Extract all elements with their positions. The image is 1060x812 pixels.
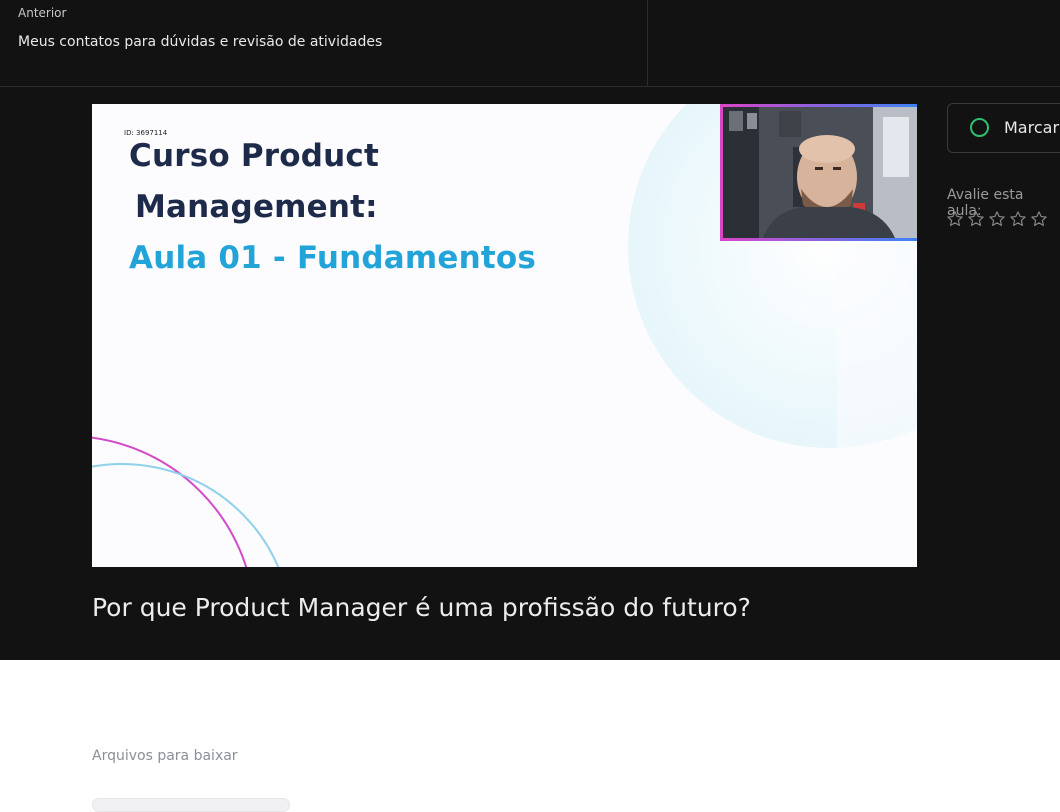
slide-arc-pink [92, 436, 248, 567]
star-icon-2[interactable] [967, 210, 985, 228]
check-circle-icon [970, 118, 989, 137]
video-player[interactable]: ID: 3697114 Curso Product Management: Au… [92, 104, 917, 567]
download-file-card[interactable] [92, 798, 290, 812]
top-navigation: Anterior Meus contatos para dúvidas e re… [0, 0, 1060, 87]
slide-arc-blue [92, 463, 280, 567]
nav-divider [647, 0, 648, 86]
previous-lesson-link[interactable]: Anterior Meus contatos para dúvidas e re… [0, 0, 647, 86]
star-icon-1[interactable] [946, 210, 964, 228]
previous-label: Anterior [18, 6, 67, 20]
star-icon-3[interactable] [988, 210, 1006, 228]
slide-id-label: ID: 3697114 [124, 129, 168, 137]
instructor-webcam-feed [720, 104, 917, 241]
downloads-section-label: Arquivos para baixar [92, 748, 238, 764]
previous-lesson-title: Meus contatos para dúvidas e revisão de … [18, 34, 383, 50]
star-rating [946, 210, 1048, 228]
mark-complete-label: Marcar [1004, 118, 1060, 137]
star-icon-5[interactable] [1030, 210, 1048, 228]
lesson-title: Por que Product Manager é uma profissão … [92, 593, 751, 622]
slide-title-line2: Management: [135, 189, 378, 225]
lesson-player-section: ID: 3697114 Curso Product Management: Au… [0, 87, 1060, 660]
mark-complete-button[interactable]: Marcar [947, 103, 1060, 153]
star-icon-4[interactable] [1009, 210, 1027, 228]
slide-title-line1: Curso Product [129, 138, 380, 174]
slide-title-line3: Aula 01 - Fundamentos [129, 240, 537, 276]
